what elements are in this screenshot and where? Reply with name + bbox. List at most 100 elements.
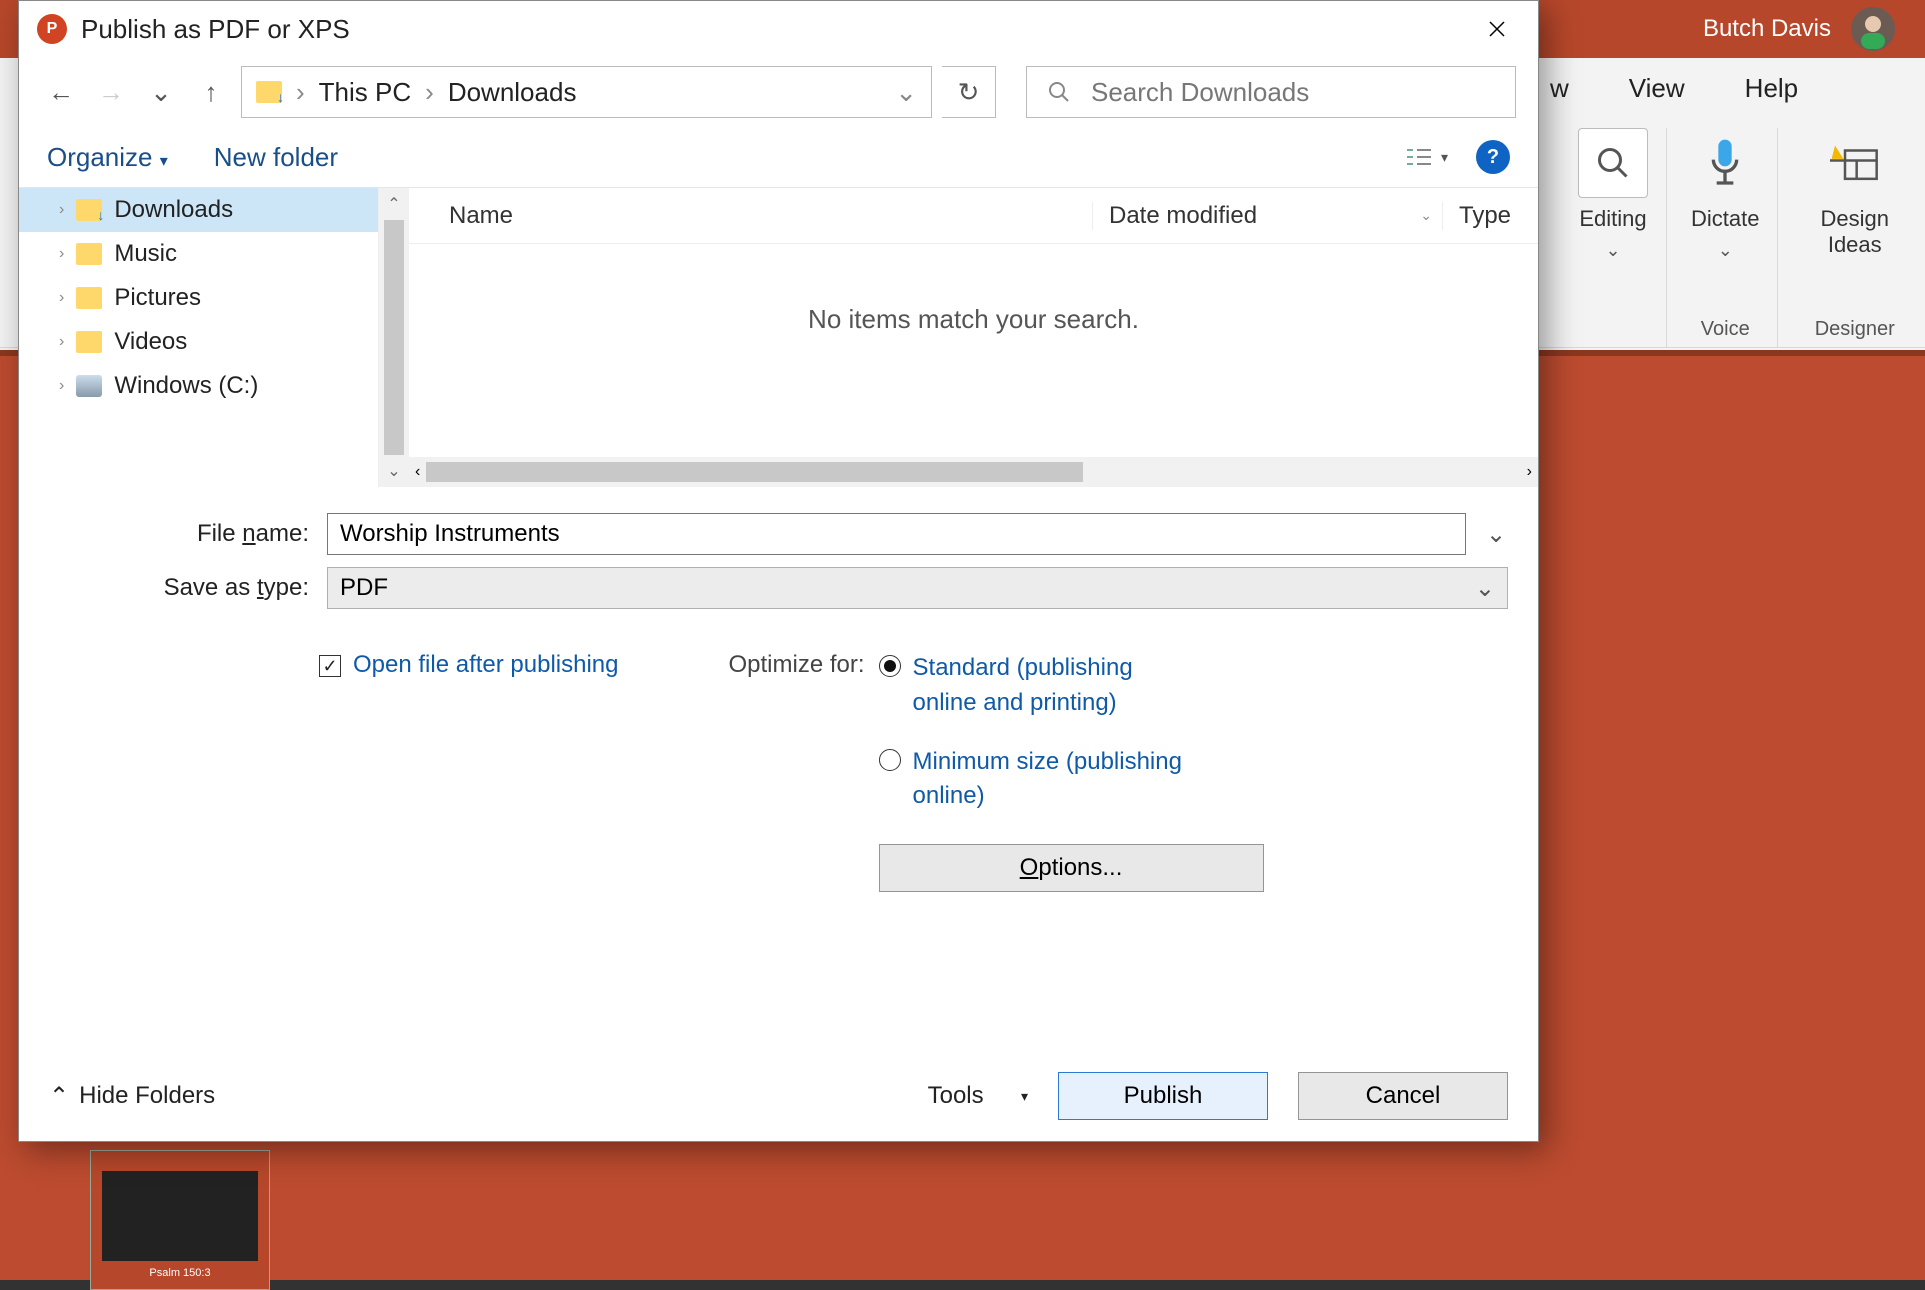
breadcrumb-root[interactable]: This PC (319, 77, 411, 108)
file-browser: ›Downloads ›Music ›Pictures ›Videos ›Win… (19, 187, 1538, 487)
thumbnail-caption: Psalm 150:3 (149, 1267, 210, 1279)
editing-label: Editing (1579, 206, 1646, 232)
tree-scrollbar[interactable]: ⌃⌄ (379, 188, 409, 487)
address-bar[interactable]: › This PC › Downloads ⌄ (241, 66, 932, 118)
chevron-down-icon: ⌄ (1475, 574, 1495, 603)
folder-icon (256, 81, 282, 103)
search-icon (1047, 80, 1071, 104)
voice-group: Dictate ⌄ Voice (1673, 128, 1778, 347)
folder-icon (76, 331, 102, 353)
filename-input[interactable] (327, 513, 1466, 555)
chevron-down-icon: ⌄ (1605, 240, 1620, 261)
column-headers: Name Date modified⌄ Type (409, 188, 1538, 244)
radio-standard[interactable]: Standard (publishing online and printing… (879, 651, 1264, 721)
powerpoint-icon: P (37, 14, 67, 44)
search-placeholder: Search Downloads (1091, 77, 1309, 108)
listing-scrollbar[interactable]: ‹› (409, 457, 1538, 487)
file-fields: File name: ⌄ Save as type: PDF⌄ (19, 487, 1538, 631)
publish-button[interactable]: Publish (1058, 1072, 1268, 1120)
search-icon (1578, 128, 1648, 198)
checkbox-icon: ✓ (319, 655, 341, 677)
designer-group-label: Designer (1815, 318, 1895, 341)
column-date[interactable]: Date modified⌄ (1092, 202, 1442, 230)
tab-help[interactable]: Help (1745, 73, 1798, 104)
chevron-down-icon: ⌄ (1718, 240, 1733, 261)
chevron-down-icon[interactable]: ⌄ (895, 77, 917, 108)
cancel-button[interactable]: Cancel (1298, 1072, 1508, 1120)
design-ideas-label: Design Ideas (1802, 206, 1907, 258)
folder-icon (76, 287, 102, 309)
recent-dropdown[interactable]: ⌄ (141, 72, 181, 112)
tree-item-music[interactable]: ›Music (19, 232, 378, 276)
help-icon[interactable]: ? (1476, 140, 1510, 174)
tree-item-label: Windows (C:) (114, 372, 258, 400)
tree-item-label: Pictures (114, 284, 201, 312)
open-after-label: Open file after publishing (353, 651, 619, 679)
folder-icon (76, 199, 102, 221)
hide-folders-label: Hide Folders (79, 1082, 215, 1110)
folder-icon (76, 243, 102, 265)
open-after-checkbox[interactable]: ✓ Open file after publishing (319, 651, 619, 892)
column-name[interactable]: Name (409, 202, 1092, 230)
dialog-toolbar: Organize ▾ New folder ▾ ? (19, 127, 1538, 187)
drive-icon (76, 375, 102, 397)
column-type[interactable]: Type (1442, 202, 1538, 230)
user-name: Butch Davis (1703, 15, 1831, 43)
up-button[interactable]: ↑ (191, 72, 231, 112)
breadcrumb-sep: › (425, 77, 434, 108)
slide-thumbnail[interactable]: Psalm 150:3 (90, 1150, 270, 1290)
tab-fragment[interactable]: w (1550, 73, 1569, 104)
tree-item-pictures[interactable]: ›Pictures (19, 276, 378, 320)
publish-dialog: P Publish as PDF or XPS ← → ⌄ ↑ › This P… (18, 0, 1539, 1142)
new-folder-button[interactable]: New folder (214, 142, 338, 173)
breadcrumb-folder[interactable]: Downloads (448, 77, 577, 108)
radio-minimum[interactable]: Minimum size (publishing online) (879, 745, 1264, 815)
empty-message: No items match your search. (409, 244, 1538, 457)
optimize-label: Optimize for: (729, 651, 865, 679)
options-button[interactable]: Options... (879, 844, 1264, 892)
forward-button[interactable]: → (91, 72, 131, 112)
tree-item-videos[interactable]: ›Videos (19, 320, 378, 364)
hide-folders-button[interactable]: ⌃ Hide Folders (49, 1082, 215, 1111)
radio-icon (879, 655, 901, 677)
tree-item-downloads[interactable]: ›Downloads (19, 188, 378, 232)
avatar[interactable] (1851, 7, 1895, 51)
design-ideas-button[interactable]: Design Ideas (1802, 128, 1907, 258)
options-area: ✓ Open file after publishing Optimize fo… (19, 631, 1538, 922)
voice-group-label: Voice (1701, 318, 1750, 341)
search-box[interactable]: Search Downloads (1026, 66, 1516, 118)
refresh-button[interactable]: ↻ (942, 66, 996, 118)
view-mode-button[interactable]: ▾ (1405, 146, 1448, 168)
radio-icon (879, 749, 901, 771)
radio-standard-label: Standard (publishing online and printing… (913, 651, 1193, 721)
organize-menu[interactable]: Organize ▾ (47, 142, 168, 173)
tree-item-c-drive[interactable]: ›Windows (C:) (19, 364, 378, 408)
radio-minimum-label: Minimum size (publishing online) (913, 745, 1193, 815)
dictate-label: Dictate (1691, 206, 1759, 232)
tree-item-label: Downloads (114, 196, 233, 224)
editing-group: Editing ⌄ (1560, 128, 1667, 347)
folder-tree: ›Downloads ›Music ›Pictures ›Videos ›Win… (19, 188, 379, 487)
back-button[interactable]: ← (41, 72, 81, 112)
breadcrumb-sep: › (296, 77, 305, 108)
tab-view[interactable]: View (1629, 73, 1685, 104)
dialog-title-bar: P Publish as PDF or XPS (19, 1, 1538, 57)
filename-label: File name: (49, 520, 309, 548)
dialog-footer: ⌃ Hide Folders Tools ▾ Publish Cancel (19, 1051, 1538, 1141)
chevron-up-icon: ⌃ (49, 1082, 69, 1111)
tree-item-label: Music (114, 240, 177, 268)
nav-row: ← → ⌄ ↑ › This PC › Downloads ⌄ ↻ Search… (19, 57, 1538, 127)
dialog-title: Publish as PDF or XPS (81, 14, 350, 45)
file-listing: Name Date modified⌄ Type No items match … (409, 188, 1538, 487)
dictate-button[interactable]: Dictate ⌄ (1691, 128, 1759, 261)
microphone-icon (1700, 128, 1750, 198)
design-ideas-icon (1830, 128, 1880, 198)
savetype-combo[interactable]: PDF ⌄ (327, 567, 1508, 609)
designer-group: Design Ideas Designer (1784, 128, 1925, 347)
savetype-value: PDF (340, 574, 388, 602)
close-button[interactable] (1474, 6, 1520, 52)
chevron-down-icon[interactable]: ⌄ (1484, 520, 1508, 549)
tools-menu[interactable]: Tools ▾ (928, 1082, 1028, 1110)
thumbnail-image (102, 1171, 258, 1261)
editing-button[interactable]: Editing ⌄ (1578, 128, 1648, 261)
